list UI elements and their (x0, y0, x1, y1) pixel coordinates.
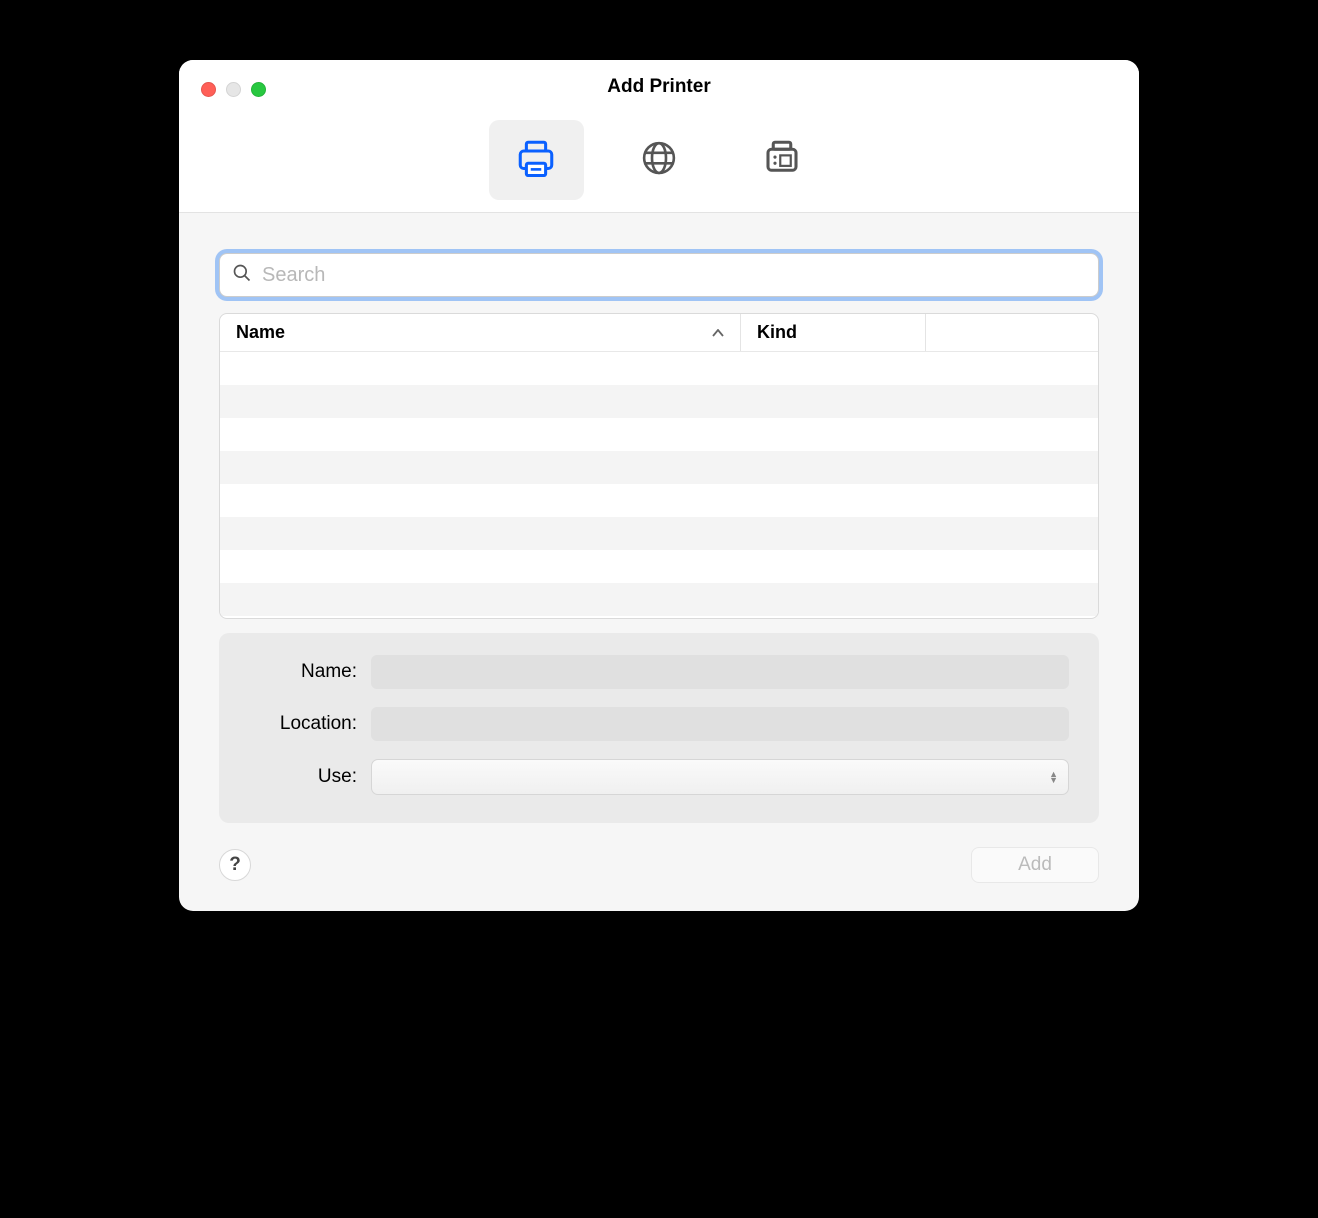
column-header-kind-label: Kind (757, 322, 797, 343)
printer-advanced-icon (761, 137, 803, 184)
location-field[interactable] (371, 707, 1069, 741)
add-button[interactable]: Add (971, 847, 1099, 883)
search-field-wrapper[interactable] (219, 253, 1099, 297)
column-header-name-label: Name (236, 322, 285, 343)
form-row-location: Location: (249, 707, 1069, 741)
add-button-label: Add (1018, 854, 1052, 876)
sort-ascending-icon (712, 326, 724, 340)
window-title: Add Printer (199, 76, 1119, 98)
table-row (220, 550, 1098, 583)
table-row (220, 352, 1098, 385)
globe-icon (638, 137, 680, 184)
footer: ? Add (179, 823, 1139, 911)
table-row (220, 385, 1098, 418)
form-row-use: Use: ▲▼ (249, 759, 1069, 795)
table-row (220, 583, 1098, 616)
titlebar: Add Printer (179, 60, 1139, 213)
column-header-extra[interactable] (925, 314, 1098, 351)
name-label: Name: (249, 661, 357, 683)
content-area: Name Kind (179, 213, 1139, 823)
minimize-window-button[interactable] (226, 82, 241, 97)
column-header-kind[interactable]: Kind (740, 314, 925, 351)
table-row (220, 418, 1098, 451)
add-printer-window: Add Printer (179, 60, 1139, 911)
use-select[interactable]: ▲▼ (371, 759, 1069, 795)
close-window-button[interactable] (201, 82, 216, 97)
table-row (220, 517, 1098, 550)
chevron-up-down-icon: ▲▼ (1049, 771, 1058, 783)
tab-default-printer[interactable] (489, 120, 584, 200)
form-row-name: Name: (249, 655, 1069, 689)
tab-ip-printer[interactable] (612, 120, 707, 200)
help-button[interactable]: ? (219, 849, 251, 881)
printer-details-panel: Name: Location: Use: ▲▼ (219, 633, 1099, 823)
printer-icon (515, 137, 557, 184)
search-input[interactable] (262, 264, 1086, 287)
table-body[interactable] (220, 352, 1098, 618)
name-field[interactable] (371, 655, 1069, 689)
table-header: Name Kind (220, 314, 1098, 352)
location-label: Location: (249, 713, 357, 735)
column-header-name[interactable]: Name (220, 314, 740, 351)
maximize-window-button[interactable] (251, 82, 266, 97)
use-label: Use: (249, 766, 357, 788)
table-row (220, 484, 1098, 517)
tab-advanced-printer[interactable] (735, 120, 830, 200)
toolbar-tabs (199, 98, 1119, 212)
printer-list-table: Name Kind (219, 313, 1099, 619)
traffic-lights (201, 82, 266, 97)
search-icon (232, 263, 252, 288)
help-icon: ? (229, 854, 241, 876)
table-row (220, 451, 1098, 484)
